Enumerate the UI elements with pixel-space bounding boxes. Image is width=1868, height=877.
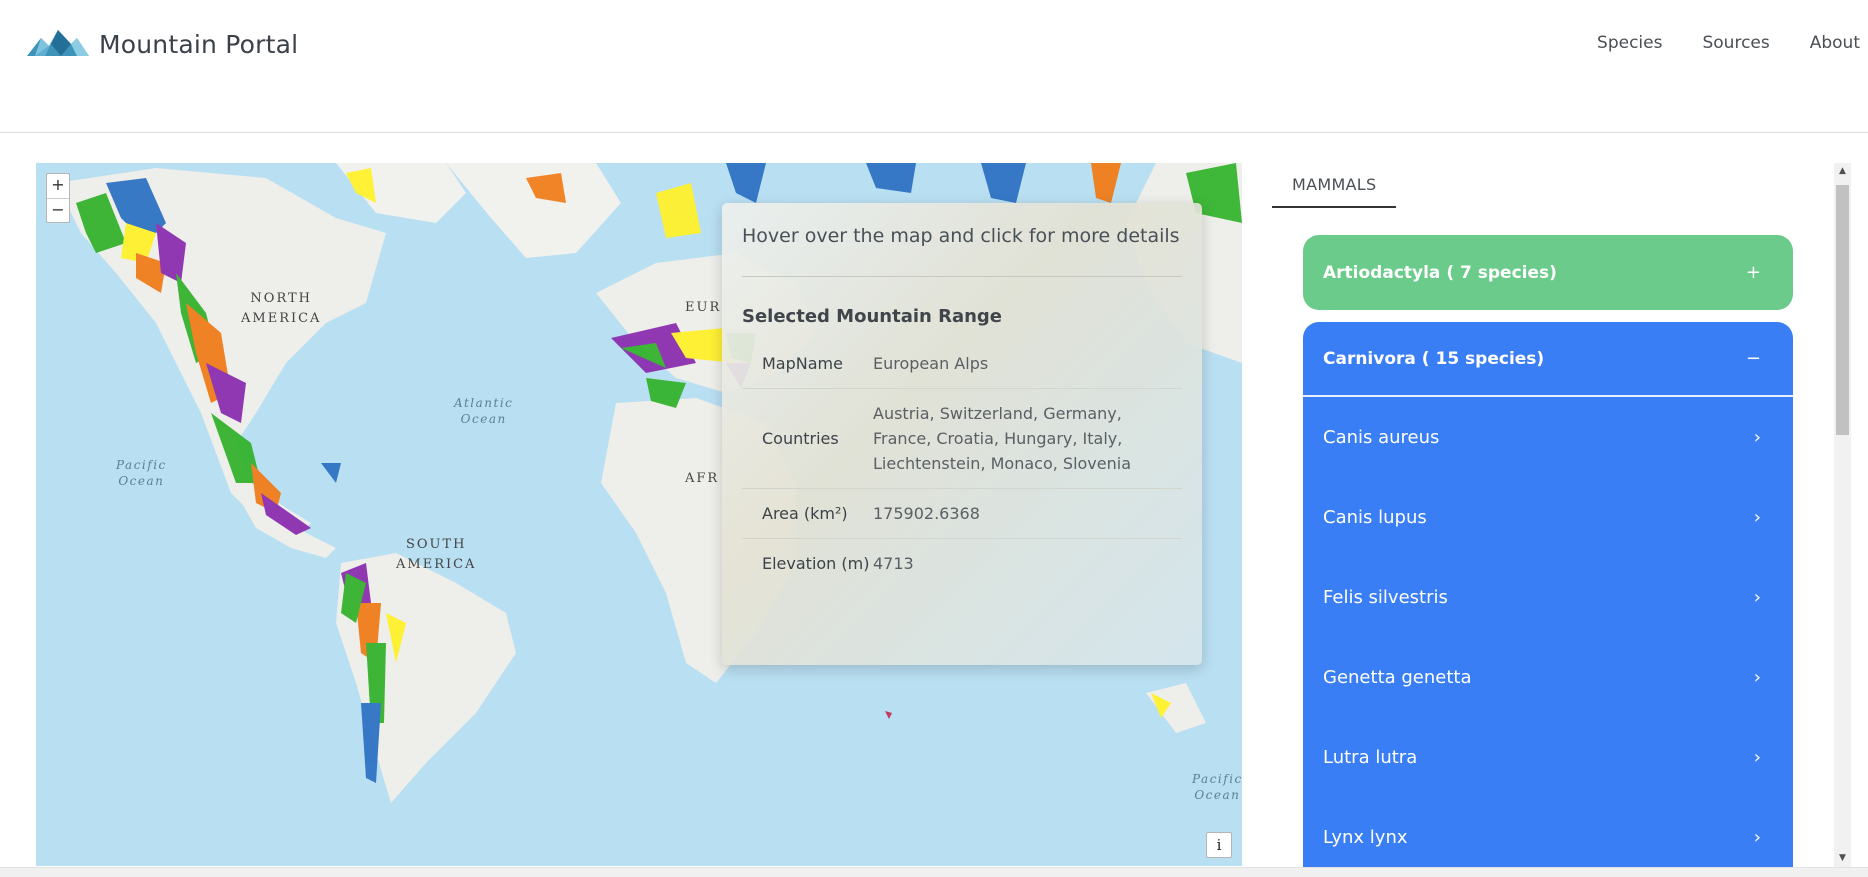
chevron-right-icon: › bbox=[1753, 426, 1761, 448]
label-atlantic-ocean: Atlantic Ocean bbox=[454, 396, 514, 426]
scroll-up-icon[interactable]: ▲ bbox=[1834, 163, 1851, 180]
species-name: Lutra lutra bbox=[1323, 746, 1418, 768]
popup-hint: Hover over the map and click for more de… bbox=[742, 225, 1182, 277]
chevron-right-icon: › bbox=[1753, 506, 1761, 528]
label-south-america: SOUTH AMERICA bbox=[396, 537, 477, 572]
label-north-america: NORTH AMERICA bbox=[241, 291, 322, 326]
list-item[interactable]: Lynx lynx › bbox=[1303, 797, 1793, 867]
scrollbar-thumb[interactable] bbox=[1836, 185, 1849, 435]
main-nav: Species Sources About bbox=[1557, 33, 1860, 53]
row-key: MapName bbox=[742, 339, 873, 389]
group-label: Artiodactyla ( 7 species) bbox=[1323, 262, 1557, 283]
table-row: Elevation (m) 4713 bbox=[742, 539, 1182, 589]
brand[interactable]: Mountain Portal bbox=[27, 26, 298, 62]
species-name: Felis silvestris bbox=[1323, 586, 1448, 608]
attribution-info-button[interactable]: i bbox=[1206, 832, 1232, 858]
app-title: Mountain Portal bbox=[99, 29, 299, 59]
list-item[interactable]: Canis aureus › bbox=[1303, 397, 1793, 477]
label-pacific-ocean-east: Pacific Ocean bbox=[1192, 772, 1242, 802]
chevron-right-icon: › bbox=[1753, 586, 1761, 608]
nav-sources[interactable]: Sources bbox=[1702, 33, 1769, 53]
species-name: Genetta genetta bbox=[1323, 666, 1472, 688]
row-value: 175902.6368 bbox=[873, 488, 1182, 539]
species-name: Canis lupus bbox=[1323, 506, 1427, 528]
species-name: Canis aureus bbox=[1323, 426, 1440, 448]
zoom-out-button[interactable]: − bbox=[47, 198, 69, 222]
row-value: European Alps bbox=[873, 339, 1182, 389]
mountain-details-table: MapName European Alps Countries Austria,… bbox=[742, 339, 1182, 588]
nav-about[interactable]: About bbox=[1810, 33, 1860, 53]
row-value: 4713 bbox=[873, 554, 914, 573]
row-key: Countries bbox=[742, 388, 873, 489]
species-list: Canis aureus › Canis lupus › Felis silve… bbox=[1303, 397, 1793, 867]
list-item[interactable]: Genetta genetta › bbox=[1303, 637, 1793, 717]
mountain-logo-icon bbox=[27, 26, 89, 62]
chevron-right-icon: › bbox=[1753, 666, 1761, 688]
group-label: Carnivora ( 15 species) bbox=[1323, 348, 1545, 369]
label-europe: EUR bbox=[685, 300, 722, 315]
row-key: Area (km²) bbox=[742, 488, 873, 539]
label-africa: AFR bbox=[685, 471, 720, 486]
zoom-in-button[interactable]: + bbox=[47, 174, 69, 198]
chevron-right-icon: › bbox=[1753, 826, 1761, 848]
species-accordion: Artiodactyla ( 7 species) + Carnivora ( … bbox=[1303, 235, 1793, 867]
table-row: Area (km²) 175902.6368 bbox=[742, 488, 1182, 539]
horizontal-scrollbar[interactable] bbox=[0, 867, 1868, 877]
row-key: Elevation (m) bbox=[762, 554, 870, 573]
chevron-right-icon: › bbox=[1753, 746, 1761, 768]
list-item[interactable]: Lutra lutra › bbox=[1303, 717, 1793, 797]
mountain-info-popup: Hover over the map and click for more de… bbox=[722, 203, 1202, 665]
list-item[interactable]: Felis silvestris › bbox=[1303, 557, 1793, 637]
table-row: Countries Austria, Switzerland, Germany,… bbox=[742, 388, 1182, 489]
taxon-tabs: MAMMALS bbox=[1272, 163, 1397, 208]
tab-mammals[interactable]: MAMMALS bbox=[1272, 163, 1397, 208]
sidebar-scrollbar[interactable]: ▲ ▼ bbox=[1834, 163, 1851, 867]
label-pacific-ocean-west: Pacific Ocean bbox=[116, 458, 167, 488]
list-item[interactable]: Canis lupus › bbox=[1303, 477, 1793, 557]
group-artiodactyla[interactable]: Artiodactyla ( 7 species) + bbox=[1303, 235, 1793, 310]
zoom-control: + − bbox=[46, 173, 70, 223]
nav-species[interactable]: Species bbox=[1597, 33, 1662, 53]
group-carnivora[interactable]: Carnivora ( 15 species) − bbox=[1303, 322, 1793, 397]
row-value: Austria, Switzerland, Germany, France, C… bbox=[873, 388, 1182, 489]
expand-icon: + bbox=[1745, 262, 1761, 283]
scroll-down-icon[interactable]: ▼ bbox=[1834, 850, 1851, 867]
popup-section-title: Selected Mountain Range bbox=[742, 306, 1003, 327]
table-row: MapName European Alps bbox=[742, 339, 1182, 389]
top-navbar: Mountain Portal Species Sources About bbox=[0, 0, 1868, 133]
collapse-icon: − bbox=[1745, 348, 1761, 369]
species-name: Lynx lynx bbox=[1323, 826, 1408, 848]
